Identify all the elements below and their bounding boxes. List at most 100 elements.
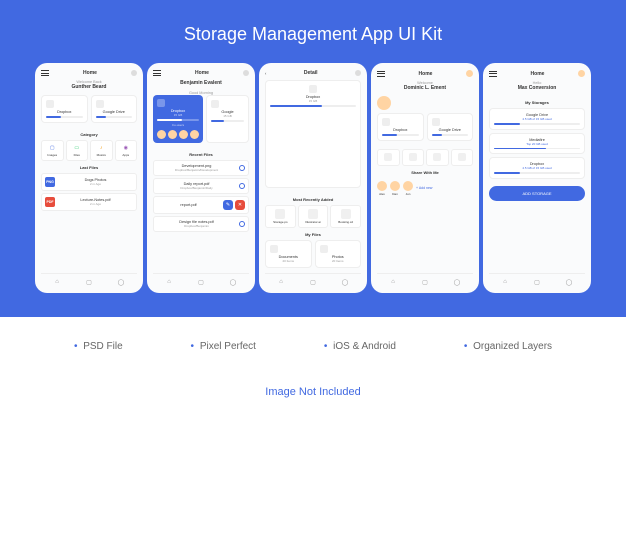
bottom-nav: ⌂ ▢ ◯ <box>377 273 473 286</box>
footer-note: Image Not Included <box>0 376 626 408</box>
nav-folder-icon[interactable]: ▢ <box>85 278 93 286</box>
download-icon[interactable] <box>239 221 245 227</box>
nav-folder-icon[interactable]: ▢ <box>421 278 429 286</box>
back-icon[interactable]: ‹ <box>265 71 266 76</box>
recent-item[interactable]: Storage.ps <box>265 205 296 228</box>
screen-4: Home Welcome Dominic L. Ement Dropbox Go… <box>371 63 479 293</box>
section-share: Share With Me <box>377 170 473 175</box>
section-myfiles: My Files <box>265 232 361 237</box>
avatar <box>157 130 166 139</box>
avatar-icon[interactable] <box>578 70 585 77</box>
add-user-button[interactable]: + Add new <box>416 181 432 196</box>
avatar <box>377 181 387 191</box>
nav-profile-icon[interactable]: ◯ <box>453 278 461 286</box>
phone-mockups: Home Welcome Back Gunther Beard Dropbox … <box>0 63 626 293</box>
shared-user[interactable]: Dan <box>390 181 400 196</box>
avatar <box>179 130 188 139</box>
screen-2: Home Benjamin Evalent Good Morning Dropb… <box>147 63 255 293</box>
recent-item[interactable]: Booking.xd <box>330 205 361 228</box>
page-title: Storage Management App UI Kit <box>0 24 626 45</box>
nav-profile-icon[interactable]: ◯ <box>229 278 237 286</box>
file-row[interactable]: PDFLecture-Notes.pdf2 m Ago <box>41 193 137 211</box>
delete-button[interactable]: ✕ <box>235 200 245 210</box>
header-title: Home <box>195 70 209 76</box>
file-row[interactable]: Design file notes.pdfDropbox/Benjamin <box>153 216 249 232</box>
file-row[interactable]: report.pdf✎✕ <box>153 196 249 214</box>
header-title: Detail <box>304 70 318 76</box>
cat-images[interactable]: ▢Images <box>41 140 64 161</box>
storage-item[interactable]: Dropbox4.5 GB of 15 GB used <box>489 157 585 179</box>
feature-item: Pixel Perfect <box>191 341 256 352</box>
action-item[interactable] <box>451 149 474 166</box>
username: Max Conversion <box>489 85 585 91</box>
recent-item[interactable]: Illustrator.ai <box>298 205 329 228</box>
username: Dominic L. Ement <box>377 85 473 91</box>
avatar <box>190 130 199 139</box>
menu-icon[interactable] <box>377 71 385 77</box>
avatar <box>403 181 413 191</box>
bottom-nav: ⌂ ▢ ◯ <box>153 273 249 286</box>
storage-card-gdrive[interactable]: Google Drive <box>427 113 474 141</box>
folder-card[interactable]: Documents20 Items <box>265 240 312 268</box>
storage-card-gdrive[interactable]: Google Drive <box>91 95 138 123</box>
storage-item[interactable]: MediafireTop 20 GB used <box>489 133 585 155</box>
section-lastfiles: Last Files <box>41 165 137 170</box>
screen-5: Home Hello Max Conversion My Storages Go… <box>483 63 591 293</box>
header-title: Home <box>83 70 97 76</box>
username: Benjamin Evalent <box>153 80 249 86</box>
folder-card[interactable]: Photos20 Items <box>315 240 362 268</box>
screen-3: ‹Detail Dropbox15 GB Most Recently Added… <box>259 63 367 293</box>
section-recent: Recent Files <box>153 152 249 157</box>
avatar <box>390 181 400 191</box>
nav-profile-icon[interactable]: ◯ <box>117 278 125 286</box>
nav-home-icon[interactable]: ⌂ <box>165 278 173 286</box>
more-icon[interactable] <box>355 70 361 76</box>
notif-icon[interactable] <box>131 70 137 76</box>
cat-files[interactable]: ▭Files <box>66 140 89 161</box>
cat-apps[interactable]: ◉Apps <box>115 140 138 161</box>
username: Gunther Beard <box>41 84 137 90</box>
nav-home-icon[interactable]: ⌂ <box>53 278 61 286</box>
file-row[interactable]: PNGDogs Photos2 m Ago <box>41 173 137 191</box>
action-item[interactable] <box>377 149 400 166</box>
edit-button[interactable]: ✎ <box>223 200 233 210</box>
nav-profile-icon[interactable]: ◯ <box>565 278 573 286</box>
section-category: Category <box>41 132 137 137</box>
header-title: Home <box>531 71 545 77</box>
storage-card-dropbox[interactable]: Dropbox <box>377 113 424 141</box>
download-icon[interactable] <box>239 183 245 189</box>
file-row[interactable]: Daily report.pdfDropbox/Benjamin/Daily <box>153 178 249 194</box>
notif-icon[interactable] <box>243 70 249 76</box>
nav-folder-icon[interactable]: ▢ <box>197 278 205 286</box>
feature-item: Organized Layers <box>464 341 552 352</box>
bottom-nav: ⌂ ▢ ◯ <box>41 273 137 286</box>
file-row[interactable]: Development.pngDropbox/Benjamin/Developm… <box>153 160 249 176</box>
shared-user[interactable]: Jon <box>403 181 413 196</box>
feature-item: PSD File <box>74 341 123 352</box>
hero-section: Storage Management App UI Kit Home Welco… <box>0 0 626 317</box>
storage-item[interactable]: Google Drive4.5 GB of 15 GB used <box>489 108 585 130</box>
download-icon[interactable] <box>239 165 245 171</box>
storage-card-dropbox[interactable]: Dropbox <box>41 95 88 123</box>
nav-home-icon[interactable]: ⌂ <box>501 278 509 286</box>
action-item[interactable] <box>402 149 425 166</box>
category-grid: ▢Images ▭Files ♪Musics ◉Apps <box>41 140 137 161</box>
menu-icon[interactable] <box>489 71 497 77</box>
bottom-nav: ⌂ ▢ ◯ <box>489 273 585 286</box>
nav-folder-icon[interactable]: ▢ <box>309 278 317 286</box>
add-storage-button[interactable]: ADD STORAGE <box>489 186 585 201</box>
features-list: PSD File Pixel Perfect iOS & Android Org… <box>0 317 626 376</box>
shared-user[interactable]: Alex <box>377 181 387 196</box>
nav-folder-icon[interactable]: ▢ <box>533 278 541 286</box>
menu-icon[interactable] <box>41 70 49 76</box>
nav-profile-icon[interactable]: ◯ <box>341 278 349 286</box>
nav-home-icon[interactable]: ⌂ <box>389 278 397 286</box>
nav-home-icon[interactable]: ⌂ <box>277 278 285 286</box>
cat-musics[interactable]: ♪Musics <box>90 140 113 161</box>
storage-card-dropbox[interactable]: Dropbox15 GBCo-users <box>153 95 203 143</box>
storage-card-google[interactable]: Google15 GB <box>206 95 249 143</box>
action-item[interactable] <box>426 149 449 166</box>
avatar-icon[interactable] <box>466 70 473 77</box>
storage-detail-card: Dropbox15 GB <box>265 80 361 188</box>
menu-icon[interactable] <box>153 70 161 76</box>
